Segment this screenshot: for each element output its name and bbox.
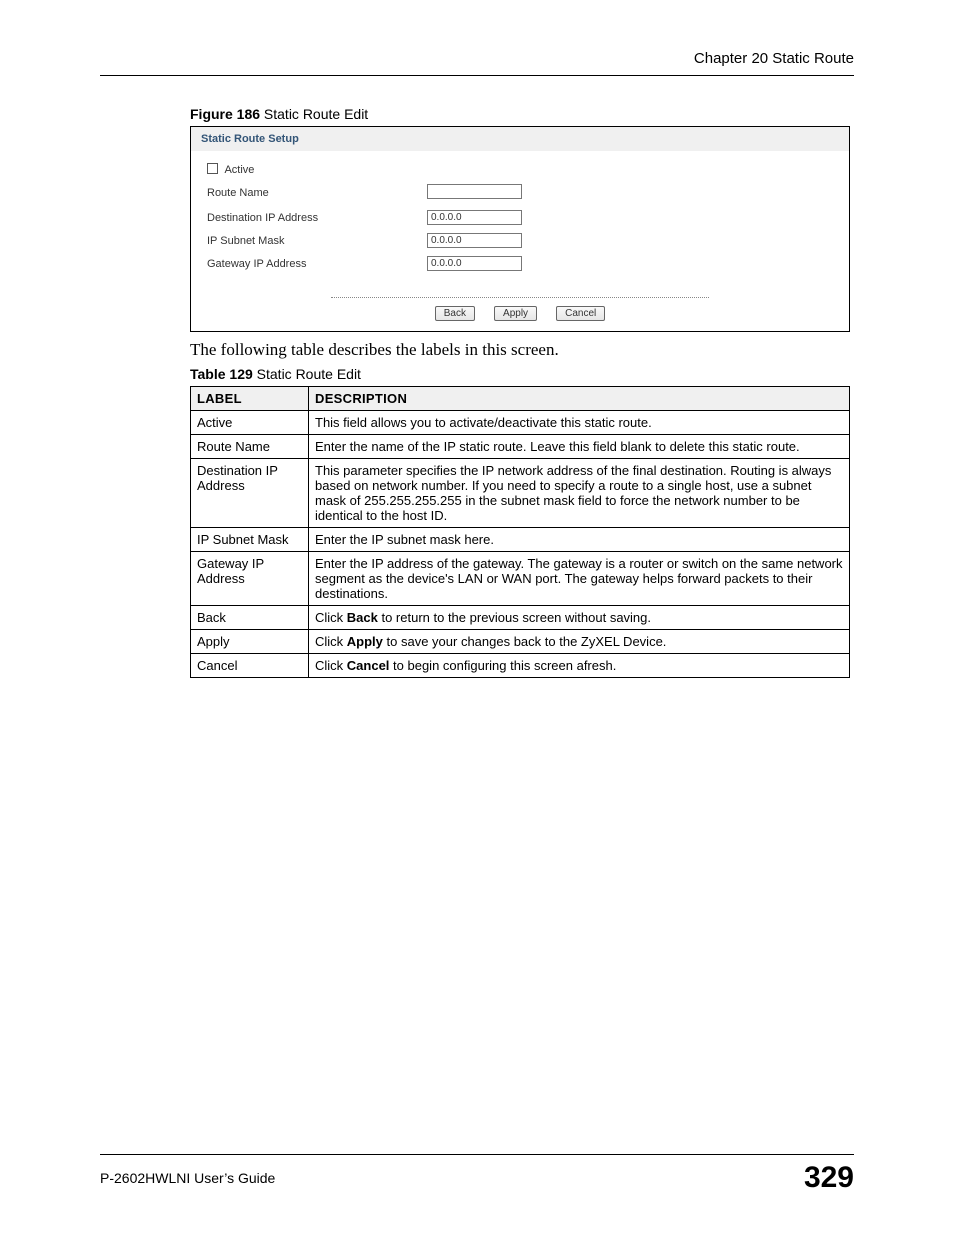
- table-row: Cancel Click Cancel to begin configuring…: [191, 654, 850, 678]
- cell-label: Apply: [191, 630, 309, 654]
- dest-ip-label: Destination IP Address: [207, 212, 427, 224]
- chapter-header: Chapter 20 Static Route: [100, 50, 854, 75]
- table-row: IP Subnet Mask Enter the IP subnet mask …: [191, 528, 850, 552]
- cell-label: Route Name: [191, 435, 309, 459]
- dest-ip-input[interactable]: 0.0.0.0: [427, 210, 522, 225]
- footer-rule: [100, 1154, 854, 1155]
- cell-desc: Click Apply to save your changes back to…: [309, 630, 850, 654]
- table-row: Destination IP Address This parameter sp…: [191, 459, 850, 528]
- footer-guide: P-2602HWLNI User’s Guide: [100, 1170, 275, 1186]
- th-desc: DESCRIPTION: [309, 387, 850, 411]
- active-label: Active: [224, 164, 254, 176]
- figure-number: Figure 186: [190, 106, 260, 122]
- table-title: Static Route Edit: [253, 366, 361, 382]
- subnet-label: IP Subnet Mask: [207, 235, 427, 247]
- th-label: LABEL: [191, 387, 309, 411]
- table-row: Back Click Back to return to the previou…: [191, 606, 850, 630]
- cell-label: Back: [191, 606, 309, 630]
- header-rule: [100, 75, 854, 76]
- route-name-label: Route Name: [207, 187, 427, 199]
- cell-desc: Click Cancel to begin configuring this s…: [309, 654, 850, 678]
- cell-desc: Enter the IP subnet mask here.: [309, 528, 850, 552]
- table-caption: Table 129 Static Route Edit: [190, 366, 854, 382]
- active-checkbox[interactable]: [207, 163, 218, 174]
- cell-label: Gateway IP Address: [191, 552, 309, 606]
- cancel-button[interactable]: Cancel: [556, 306, 605, 321]
- cell-label: Cancel: [191, 654, 309, 678]
- page-number: 329: [804, 1161, 854, 1195]
- back-button[interactable]: Back: [435, 306, 475, 321]
- cell-desc: Enter the name of the IP static route. L…: [309, 435, 850, 459]
- cell-desc: This field allows you to activate/deacti…: [309, 411, 850, 435]
- table-row: Route Name Enter the name of the IP stat…: [191, 435, 850, 459]
- apply-button[interactable]: Apply: [494, 306, 537, 321]
- gateway-input[interactable]: 0.0.0.0: [427, 256, 522, 271]
- subnet-input[interactable]: 0.0.0.0: [427, 233, 522, 248]
- panel-title: Static Route Setup: [191, 127, 849, 151]
- table-number: Table 129: [190, 366, 253, 382]
- table-row: Apply Click Apply to save your changes b…: [191, 630, 850, 654]
- cell-desc: Enter the IP address of the gateway. The…: [309, 552, 850, 606]
- intro-paragraph: The following table describes the labels…: [190, 340, 854, 360]
- table-row: Gateway IP Address Enter the IP address …: [191, 552, 850, 606]
- route-name-input[interactable]: [427, 184, 522, 199]
- cell-label: Destination IP Address: [191, 459, 309, 528]
- gateway-label: Gateway IP Address: [207, 258, 427, 270]
- figure-panel: Static Route Setup Active Route Name Des…: [190, 126, 850, 332]
- cell-label: Active: [191, 411, 309, 435]
- description-table: LABEL DESCRIPTION Active This field allo…: [190, 386, 850, 678]
- cell-desc: Click Back to return to the previous scr…: [309, 606, 850, 630]
- table-row: Active This field allows you to activate…: [191, 411, 850, 435]
- cell-label: IP Subnet Mask: [191, 528, 309, 552]
- figure-title: Static Route Edit: [260, 106, 368, 122]
- cell-desc: This parameter specifies the IP network …: [309, 459, 850, 528]
- figure-caption: Figure 186 Static Route Edit: [190, 106, 854, 122]
- separator: [331, 297, 709, 298]
